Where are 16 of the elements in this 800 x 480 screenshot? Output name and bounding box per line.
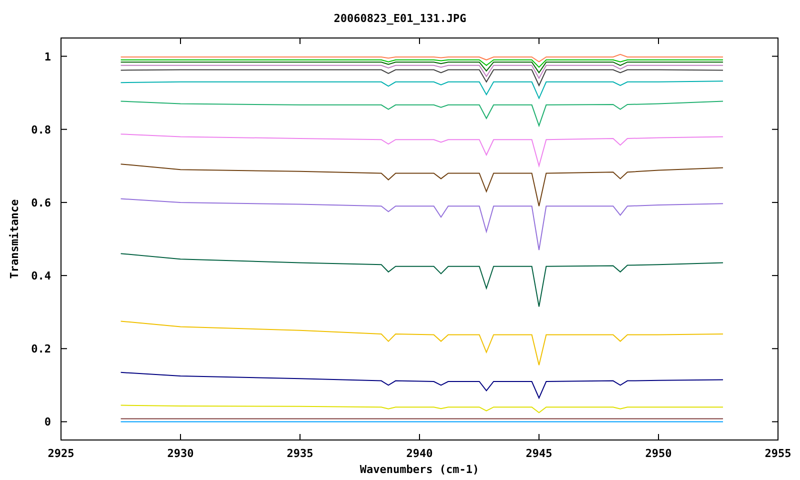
tick-label: 1 [44,50,51,64]
tick-label: 0.6 [31,196,51,210]
chart-title: 20060823_E01_131.JPG [334,12,466,25]
axis-title: Wavenumbers (cm-1) [360,463,480,476]
tick-label: 2955 [764,447,792,460]
tick-label: 2940 [406,447,433,460]
axis-title: Transmitance [8,199,21,279]
tick-label: 2945 [526,447,552,460]
tick-label: 0 [44,416,51,429]
tick-label: 2925 [48,447,74,460]
tick-label: 0.2 [31,342,51,356]
tick-label: 0.4 [31,270,51,283]
tick-label: 2930 [167,447,194,460]
tick-label: 2950 [645,447,672,460]
tick-label: 0.8 [31,123,51,136]
tick-label: 2935 [286,447,314,460]
